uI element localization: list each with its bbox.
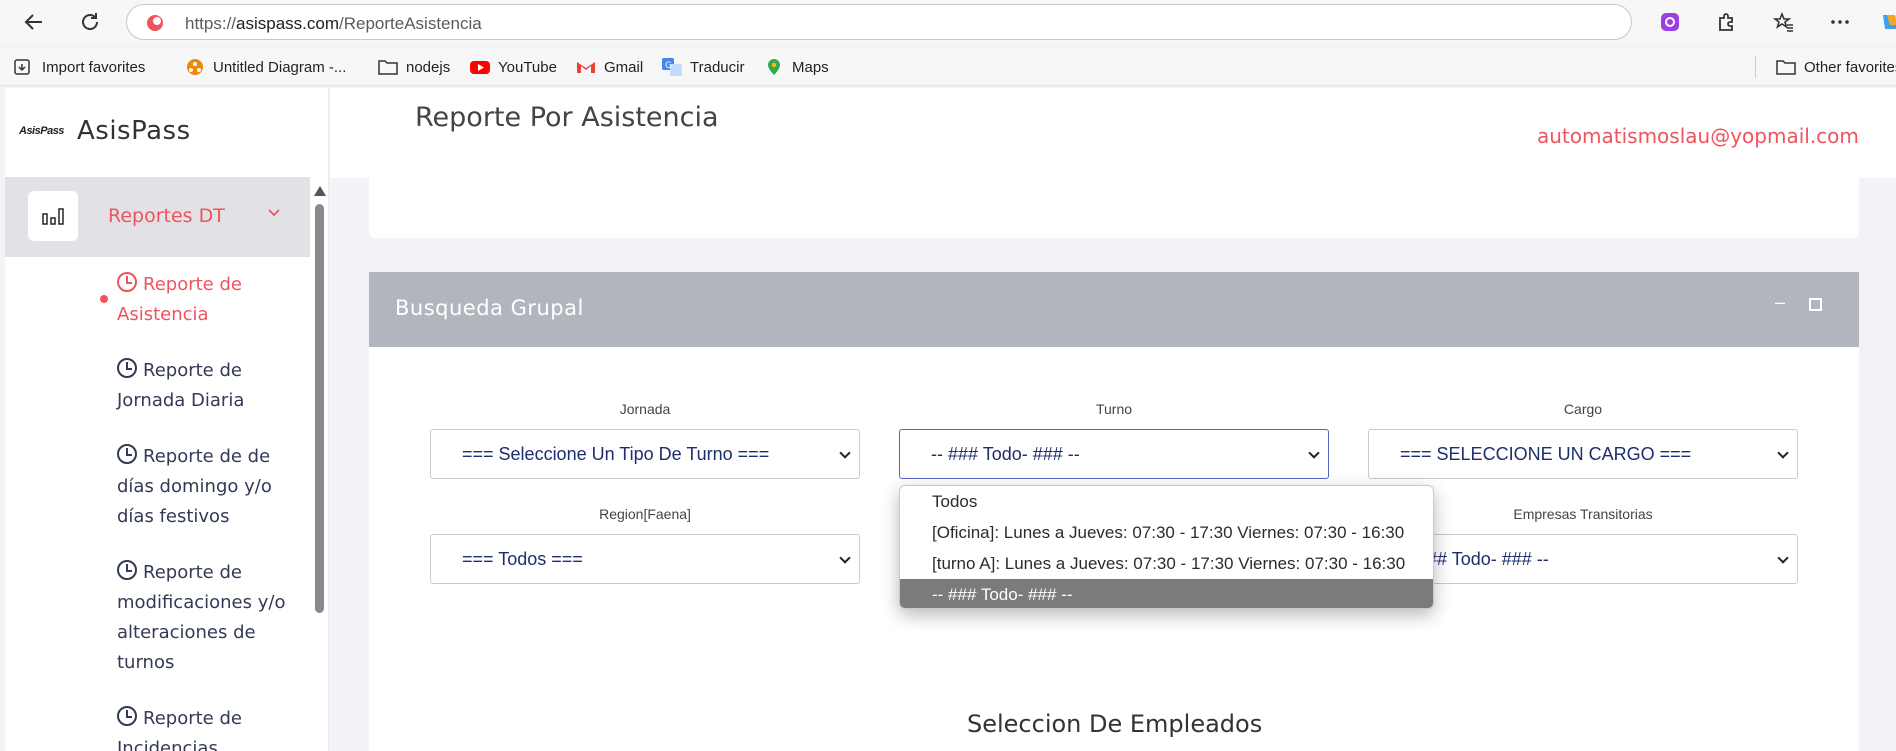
copilot-extension-icon[interactable] — [1656, 8, 1684, 36]
sidebar-item-reporte-domingos-festivos[interactable]: Reporte de de días domingo y/o días fest… — [117, 442, 297, 532]
translate-icon: G — [662, 58, 682, 76]
maximize-icon[interactable] — [1809, 298, 1822, 311]
bookmark-other-favorites[interactable]: Other favorites — [1776, 56, 1896, 78]
region-select[interactable]: === Todos === — [430, 534, 860, 584]
chevron-down-icon — [267, 205, 281, 223]
clock-icon — [117, 560, 137, 580]
turno-option[interactable]: Todos — [900, 486, 1433, 517]
favorites-star-icon[interactable] — [1770, 8, 1798, 36]
card-title: Busqueda Grupal — [395, 296, 584, 320]
site-favicon-icon — [145, 13, 165, 33]
more-menu-icon[interactable] — [1826, 8, 1854, 36]
bar-chart-icon — [28, 191, 78, 241]
bookmark-untitled-diagram[interactable]: Untitled Diagram -... — [185, 56, 346, 78]
chevron-down-icon — [1777, 552, 1789, 564]
copilot-icon[interactable] — [1876, 8, 1896, 36]
sidebar-section-reportes-dt[interactable]: Reportes DT — [5, 177, 310, 257]
sidebar-item-reporte-jornada-diaria[interactable]: Reporte de Jornada Diaria — [117, 356, 297, 416]
bookmark-maps[interactable]: Maps — [764, 56, 829, 78]
extensions-puzzle-icon[interactable] — [1712, 8, 1740, 36]
clock-icon — [117, 444, 137, 464]
turno-option-selected[interactable]: -- ### Todo- ### -- — [900, 579, 1433, 608]
brand-logo: AsisPass — [19, 125, 64, 137]
folder-icon — [378, 58, 398, 76]
clock-icon — [117, 358, 137, 378]
summary-card — [369, 178, 1859, 238]
minimize-icon[interactable]: – — [1775, 292, 1785, 313]
refresh-icon[interactable] — [76, 8, 104, 36]
brand-name: AsisPass — [77, 116, 191, 146]
bookmark-traducir[interactable]: G Traducir — [662, 56, 744, 78]
scrollbar-thumb[interactable] — [315, 204, 324, 613]
url-text: https://asispass.com/ReporteAsistencia — [185, 14, 482, 33]
chevron-down-icon — [839, 447, 851, 459]
brand[interactable]: AsisPass AsisPass — [19, 114, 191, 148]
seleccion-empleados-title: Seleccion De Empleados — [967, 710, 1263, 738]
chevron-down-icon — [1777, 447, 1789, 459]
chevron-down-icon — [839, 552, 851, 564]
bookmark-gmail[interactable]: Gmail — [576, 56, 643, 78]
sidebar-item-reporte-asistencia[interactable]: Reporte de Asistencia — [117, 270, 297, 330]
bookmark-nodejs[interactable]: nodejs — [378, 56, 450, 78]
svg-text:G: G — [665, 61, 672, 71]
turno-label: Turno — [1095, 401, 1133, 417]
address-bar[interactable]: https://asispass.com/ReporteAsistencia — [126, 4, 1632, 40]
bookmarks-bar: Import favorites Untitled Diagram -... n… — [0, 48, 1896, 86]
bookmark-youtube[interactable]: YouTube — [470, 56, 557, 78]
youtube-icon — [470, 58, 490, 76]
card-header: Busqueda Grupal – — [369, 272, 1859, 347]
sidebar-item-reporte-incidencias[interactable]: Reporte de Incidencias — [117, 704, 297, 751]
cargo-select[interactable]: === SELECCIONE UN CARGO === — [1368, 429, 1798, 479]
active-indicator-dot — [100, 295, 108, 303]
clock-icon — [117, 272, 137, 292]
turno-dropdown-list: Todos [Oficina]: Lunes a Jueves: 07:30 -… — [899, 485, 1434, 609]
cargo-label: Cargo — [1563, 401, 1603, 417]
gmail-icon — [576, 58, 596, 76]
region-label: Region[Faena] — [599, 506, 691, 522]
back-arrow-icon[interactable] — [20, 8, 48, 36]
browser-toolbar: https://asispass.com/ReporteAsistencia — [0, 0, 1896, 43]
bookmark-import-favorites[interactable]: Import favorites — [14, 56, 145, 78]
sidebar-item-reporte-modificaciones-turnos[interactable]: Reporte de modificaciones y/o alteracion… — [117, 558, 297, 678]
folder-icon — [1776, 58, 1796, 76]
clock-icon — [117, 706, 137, 726]
sidebar: AsisPass AsisPass Reportes DT Reporte de… — [5, 88, 329, 751]
bookmarks-divider — [1755, 56, 1756, 78]
turno-option[interactable]: [turno A]: Lunes a Jueves: 07:30 - 17:30… — [900, 548, 1433, 579]
page-title: Reporte Por Asistencia — [415, 102, 719, 133]
sidebar-section-label: Reportes DT — [108, 205, 225, 227]
user-email[interactable]: automatismoslau@yopmail.com — [1537, 124, 1859, 148]
jornada-label: Jornada — [619, 401, 671, 417]
sidebar-scrollbar[interactable] — [313, 186, 326, 751]
turno-option[interactable]: [Oficina]: Lunes a Jueves: 07:30 - 17:30… — [900, 517, 1433, 548]
turno-select[interactable]: -- ### Todo- ### -- — [899, 429, 1329, 479]
import-icon — [14, 58, 34, 76]
drawio-icon — [185, 58, 205, 76]
scroll-up-arrow-icon[interactable] — [314, 186, 326, 196]
chevron-down-icon — [1308, 447, 1320, 459]
jornada-select[interactable]: === Seleccione Un Tipo De Turno === — [430, 429, 860, 479]
maps-icon — [764, 58, 784, 76]
